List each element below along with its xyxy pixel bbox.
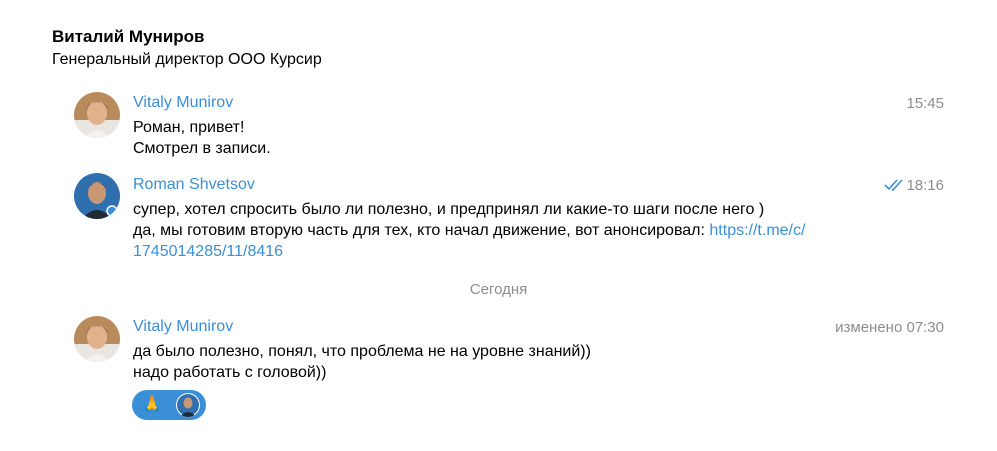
message-text: надо работать с головой)) [133, 364, 327, 381]
reaction-pill[interactable]: 🙏 [132, 390, 206, 420]
avatar-roman[interactable] [74, 173, 120, 219]
message-text: Смотрел в записи. [133, 140, 271, 157]
praying-hands-icon: 🙏 [142, 396, 162, 413]
message-text-part: да, мы готовим вторую часть для тех, кто… [133, 222, 710, 239]
double-check-icon [884, 178, 906, 197]
message-text: супер, хотел спросить было ли полезно, и… [133, 201, 765, 218]
message-author[interactable]: Roman Shvetsov [133, 176, 255, 194]
chat-title: Виталий Муниров [52, 27, 205, 46]
message-time: 15:45 [906, 95, 944, 112]
message-link[interactable]: 1745014285/11/8416 [133, 241, 283, 262]
message-author[interactable]: Vitaly Munirov [133, 318, 233, 336]
chat-subtitle: Генеральный директор ООО Курсир [52, 51, 322, 68]
message-link[interactable]: https://t.me/c/ [709, 222, 805, 239]
message-text: да было полезно, понял, что проблема не … [133, 343, 591, 360]
message-text: Роман, привет! [133, 119, 245, 136]
message-author[interactable]: Vitaly Munirov [133, 94, 233, 112]
message-time: 18:16 [906, 177, 944, 194]
message-time: изменено 07:30 [835, 319, 944, 336]
date-separator: Сегодня [469, 281, 528, 298]
avatar-vitaly[interactable] [74, 92, 120, 138]
avatar-vitaly[interactable] [74, 316, 120, 362]
reaction-avatar [176, 393, 200, 417]
message-text: да, мы готовим вторую часть для тех, кто… [133, 220, 805, 241]
